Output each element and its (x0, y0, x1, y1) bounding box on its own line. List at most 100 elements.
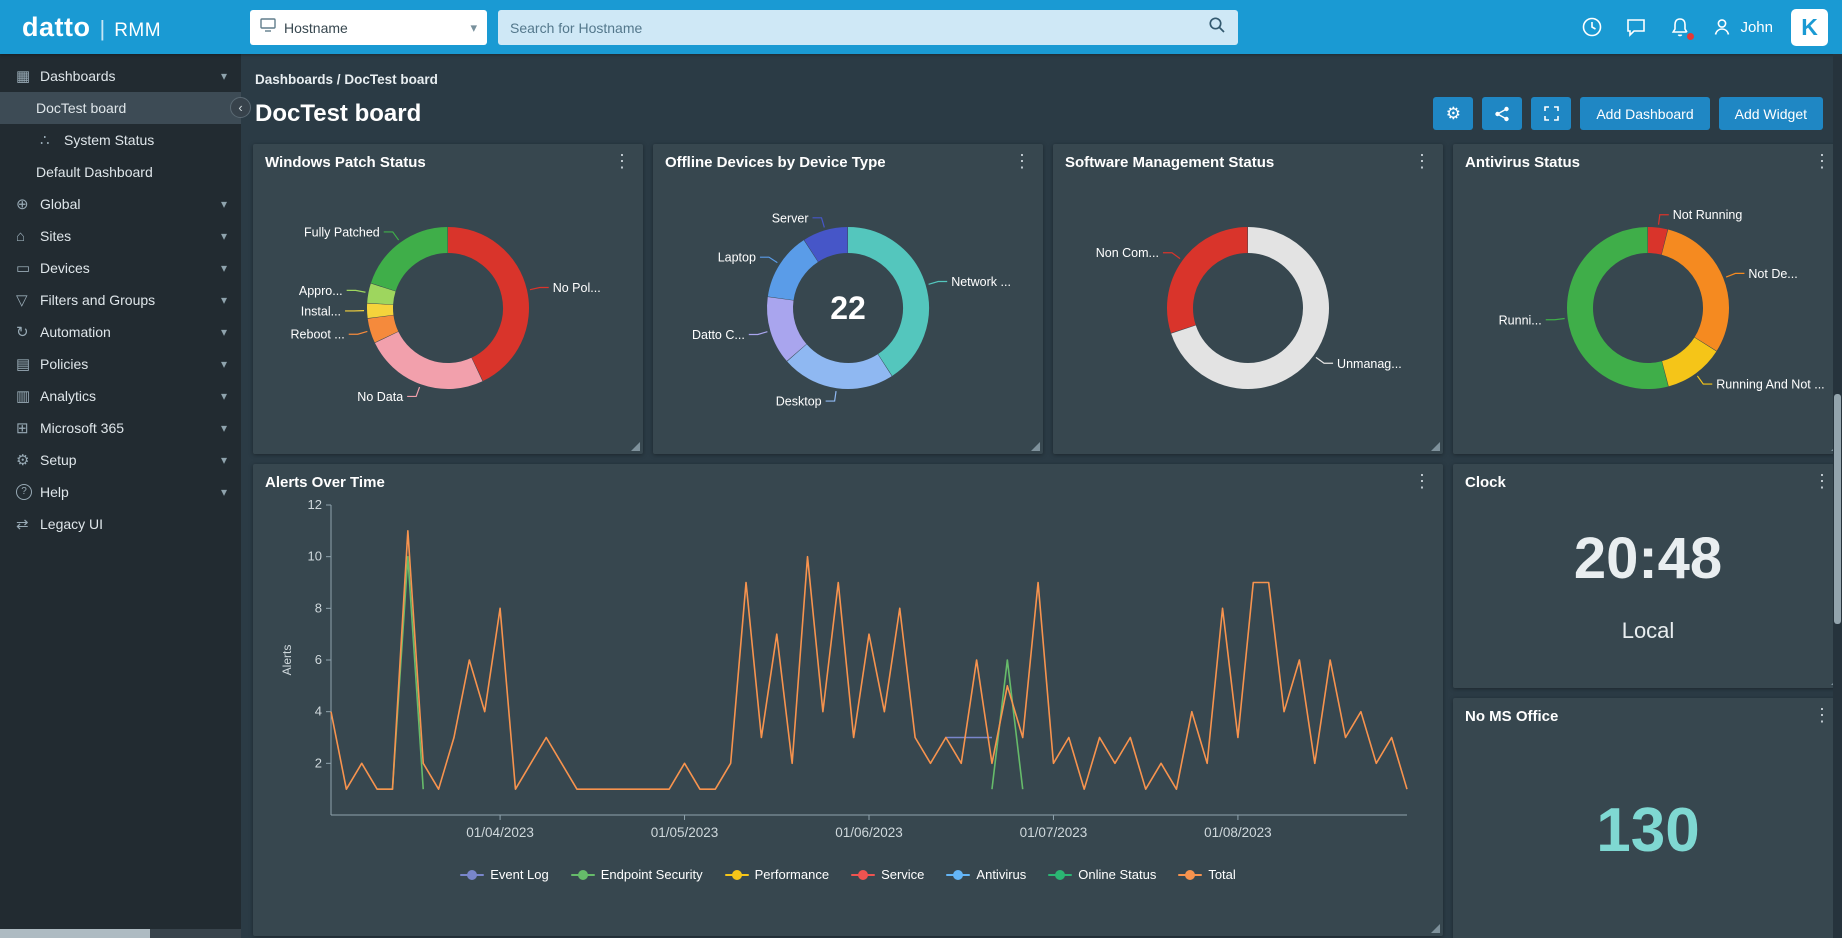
breadcrumb-root[interactable]: Dashboards (255, 72, 333, 87)
vertical-scrollbar[interactable] (1833, 54, 1842, 938)
breadcrumb-current: DocTest board (344, 72, 438, 87)
legend-item-antivirus[interactable]: Antivirus (946, 867, 1026, 882)
svg-text:Reboot ...: Reboot ... (291, 328, 345, 342)
svg-text:Fully Patched: Fully Patched (304, 225, 380, 239)
resize-handle[interactable] (1431, 924, 1440, 933)
sidebar-collapse-button[interactable]: ‹ (230, 97, 251, 118)
logo-product-text: RMM (114, 20, 161, 42)
svg-text:6: 6 (315, 652, 322, 667)
right-widget-column: Clock ⋮ 20:48 Local No MS Office ⋮ 130 (1453, 464, 1833, 938)
fullscreen-button[interactable] (1531, 97, 1571, 130)
chat-icon[interactable] (1623, 14, 1649, 40)
sidebar: ▦Dashboards▾DocTest board∴System StatusD… (0, 54, 241, 938)
kebab-menu-icon[interactable]: ⋮ (1813, 706, 1831, 724)
sidebar-item-microsoft-365[interactable]: ⊞Microsoft 365▾ (0, 412, 241, 444)
sidebar-item-setup[interactable]: ⚙Setup▾ (0, 444, 241, 476)
search-input[interactable] (510, 20, 1208, 36)
widget-alerts-over-time: Alerts Over Time ⋮ 2468101201/04/202301/… (253, 464, 1443, 936)
sidebar-item-filters-and-groups[interactable]: ▽Filters and Groups▾ (0, 284, 241, 316)
svg-text:Datto C...: Datto C... (692, 328, 745, 342)
legend-item-event-log[interactable]: Event Log (460, 867, 549, 882)
search-icon[interactable] (1208, 16, 1226, 39)
sidebar-item-legacy-ui[interactable]: ⇄Legacy UI (0, 508, 241, 540)
legend-item-performance[interactable]: Performance (725, 867, 829, 882)
legend-item-endpoint-security[interactable]: Endpoint Security (571, 867, 703, 882)
widget-windows-patch-status: Windows Patch Status ⋮ No Pol...No DataR… (253, 144, 643, 454)
sidebar-item-default-dashboard[interactable]: Default Dashboard (0, 156, 241, 188)
dashboard-toolbar: ⚙ Add Dashboard Add Widget (1433, 97, 1823, 130)
sidebar-item-system-status[interactable]: ∴System Status (0, 124, 241, 156)
recent-activity-clock-icon[interactable] (1579, 14, 1605, 40)
svg-text:12: 12 (308, 497, 322, 512)
dashboard-settings-button[interactable]: ⚙ (1433, 97, 1473, 130)
analytics-icon: ▥ (16, 387, 40, 405)
datto-rmm-logo: datto | RMM (22, 12, 161, 43)
legend-label: Event Log (490, 867, 549, 882)
sidebar-item-help[interactable]: ?Help▾ (0, 476, 241, 508)
legend-item-service[interactable]: Service (851, 867, 924, 882)
topbar: datto | RMM Hostname ▾ John K (0, 0, 1842, 54)
sidebar-horizontal-scrollbar[interactable] (0, 929, 241, 938)
sidebar-item-sites[interactable]: ⌂Sites▾ (0, 220, 241, 252)
dashboards-icon: ▦ (16, 67, 40, 85)
legend-marker (571, 870, 595, 880)
legacy-ui-icon: ⇄ (16, 515, 40, 533)
legend-marker (460, 870, 484, 880)
breadcrumb: Dashboards / DocTest board (255, 72, 1823, 87)
sidebar-item-global[interactable]: ⊕Global▾ (0, 188, 241, 220)
resize-handle[interactable] (1431, 442, 1440, 451)
kebab-menu-icon[interactable]: ⋮ (1813, 152, 1831, 170)
share-icon (1494, 106, 1510, 122)
breadcrumb-separator-glyph: / (337, 72, 341, 87)
sidebar-item-label: Filters and Groups (40, 292, 221, 308)
chevron-down-icon: ▾ (221, 421, 227, 435)
add-widget-button[interactable]: Add Widget (1719, 97, 1823, 130)
user-menu[interactable]: John (1711, 16, 1773, 38)
clock-time: 20:48 (1465, 525, 1831, 592)
topbar-actions: John K (1579, 0, 1828, 54)
resize-handle[interactable] (631, 442, 640, 451)
automation-icon: ↻ (16, 323, 40, 341)
svg-text:Not Running: Not Running (1673, 208, 1743, 222)
kebab-menu-icon[interactable]: ⋮ (613, 152, 631, 170)
sidebar-item-analytics[interactable]: ▥Analytics▾ (0, 380, 241, 412)
sidebar-item-policies[interactable]: ▤Policies▾ (0, 348, 241, 380)
policies-icon: ▤ (16, 355, 40, 373)
sidebar-item-automation[interactable]: ↻Automation▾ (0, 316, 241, 348)
kaseya-logo-button[interactable]: K (1791, 9, 1828, 46)
user-avatar-icon (1711, 16, 1733, 38)
scrollbar-thumb[interactable] (0, 929, 150, 938)
share-dashboard-button[interactable] (1482, 97, 1522, 130)
chevron-down-icon: ▾ (470, 20, 477, 36)
kebab-menu-icon[interactable]: ⋮ (1013, 152, 1031, 170)
svg-text:01/08/2023: 01/08/2023 (1204, 825, 1272, 840)
widget-antivirus-status: Antivirus Status ⋮ Not RunningNot De...R… (1453, 144, 1833, 454)
kebab-menu-icon[interactable]: ⋮ (1813, 472, 1831, 490)
kebab-menu-icon[interactable]: ⋮ (1413, 472, 1431, 490)
sidebar-item-devices[interactable]: ▭Devices▾ (0, 252, 241, 284)
svg-text:Runni...: Runni... (1499, 313, 1542, 327)
svg-text:Not De...: Not De... (1748, 267, 1797, 281)
notifications-bell-icon[interactable] (1667, 14, 1693, 40)
sidebar-item-dashboards[interactable]: ▦Dashboards▾ (0, 60, 241, 92)
svg-text:Running And Not ...: Running And Not ... (1716, 378, 1824, 392)
widget-clock: Clock ⋮ 20:48 Local (1453, 464, 1833, 688)
legend-item-total[interactable]: Total (1178, 867, 1235, 882)
svg-text:2: 2 (315, 755, 322, 770)
legend-label: Antivirus (976, 867, 1026, 882)
sidebar-item-label: Policies (40, 356, 221, 372)
scrollbar-thumb[interactable] (1834, 394, 1841, 624)
antivirus-donut-chart: Not Running Not De... Running And Not ... R… (1465, 171, 1831, 439)
add-dashboard-button[interactable]: Add Dashboard (1580, 97, 1709, 130)
sidebar-item-doctest-board[interactable]: DocTest board (0, 92, 241, 124)
windows-patch-donut-chart: No Pol...No DataReboot ...Instal...Appro… (265, 171, 631, 439)
sidebar-item-label: Help (40, 484, 221, 500)
legend-item-online-status[interactable]: Online Status (1048, 867, 1156, 882)
sidebar-item-label: Legacy UI (40, 516, 227, 532)
legend-marker (851, 870, 875, 880)
legend-label: Performance (755, 867, 829, 882)
hostname-filter-dropdown[interactable]: Hostname ▾ (250, 10, 487, 45)
kebab-menu-icon[interactable]: ⋮ (1413, 152, 1431, 170)
setup-icon: ⚙ (16, 451, 40, 469)
resize-handle[interactable] (1031, 442, 1040, 451)
